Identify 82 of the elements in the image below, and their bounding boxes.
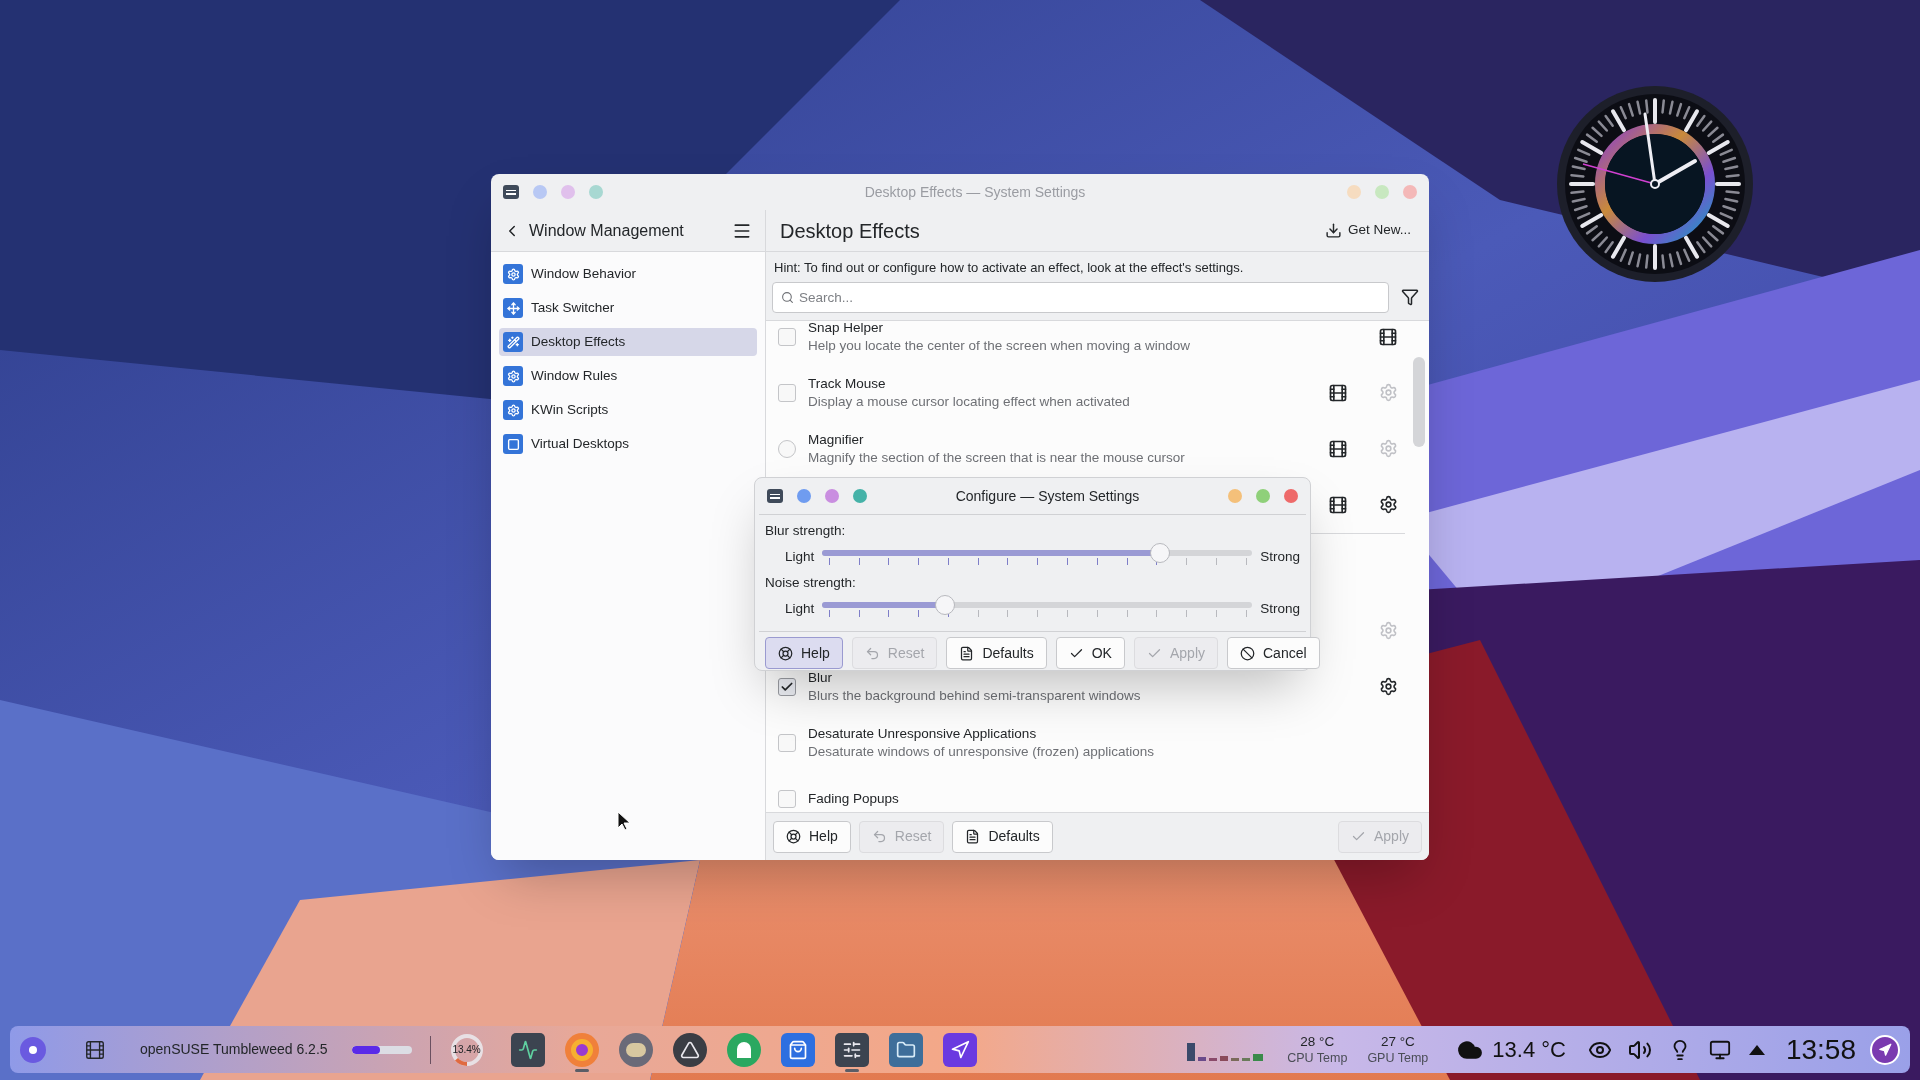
undo-icon [871,829,887,844]
shopping-bag-icon[interactable] [780,1032,815,1067]
cancel-button[interactable]: Cancel [1227,637,1320,669]
slider-label: Blur strength: [765,521,847,540]
radio-button[interactable] [778,439,796,458]
wand-icon [503,332,523,352]
clock-time[interactable]: 13:58 [1785,1028,1856,1071]
effect-description: Display a mouse cursor locating effect when activated [808,392,1131,411]
window-menu-icon[interactable] [767,489,783,503]
sidebar-item[interactable]: KWin Scripts [499,396,757,424]
desktop-icon [503,434,523,454]
effect-description: Help you locate the center of the screen when moving a window [808,336,1191,355]
search-icon [781,290,794,304]
page-title: Desktop Effects [780,218,921,244]
effect-name: Snap Helper [808,320,885,337]
cpu-usage: 13.4% [452,1043,481,1057]
sidebar-item[interactable]: Desktop Effects [499,328,757,356]
folder-icon[interactable] [888,1032,923,1067]
titlebar-button[interactable] [853,489,867,503]
slider-handle[interactable] [935,595,956,615]
mouse-cursor-icon [617,811,631,831]
window-menu-icon[interactable] [503,185,519,199]
window-title: Configure — System Settings [955,486,1140,506]
gear-icon [503,366,523,386]
activity-icon[interactable] [510,1032,545,1067]
slider-min-label: Light [785,547,815,566]
temperature-label: GPU Temp [1367,1049,1429,1066]
ok-button[interactable]: OK [1055,637,1125,669]
help-button[interactable]: Help [773,820,851,853]
effect-name: Blur [808,668,833,687]
effect-description: Magnify the section of the screen that is near the mouse cursor [808,448,1186,467]
defaults-button[interactable]: Defaults [952,820,1053,853]
undo-icon [864,645,880,661]
running-indicator [844,1068,859,1072]
slider-max-label: Strong [1260,599,1300,618]
slider-min-label: Light [785,599,815,618]
defaults-button[interactable]: Defaults [946,637,1047,669]
checkbox[interactable] [778,789,796,808]
titlebar-button[interactable] [1284,489,1298,503]
temperature-label: CPU Temp [1287,1049,1348,1066]
checkbox[interactable] [778,327,796,346]
checkbox[interactable] [778,677,796,696]
checkbox[interactable] [778,383,796,402]
scrollbar[interactable] [1413,356,1425,447]
effect-name: Fading Popups [808,789,900,808]
document-icon [965,829,981,844]
temperature-value: 28 °C [1300,1033,1335,1050]
get-new-button[interactable]: Get New... [1320,216,1415,245]
gear-icon [503,264,523,284]
sidebar-item[interactable]: Window Rules [499,362,757,390]
help-button[interactable]: Help [765,637,843,669]
temperature-value: 27 °C [1380,1033,1415,1050]
slider-max-label: Strong [1260,547,1300,566]
slider-label: Noise strength: [765,573,857,592]
lifebuoy-icon [786,829,801,844]
lifebuoy-icon [778,645,793,661]
arrows-icon [503,298,523,318]
effect-name: Magnifier [808,430,865,449]
os-label: openSUSE Tumbleweed 6.2.5 [140,1040,328,1059]
document-icon [959,645,975,661]
checkbox[interactable] [778,733,796,752]
sidebar-item[interactable]: Window Behavior [499,260,757,288]
app-icon[interactable] [942,1032,977,1067]
effect-name: Track Mouse [808,374,887,393]
sidebar-title: Window Management [529,220,685,241]
weather-temperature: 13.4 °C [1492,1036,1566,1064]
effect-name: Desaturate Unresponsive Applications [808,724,1038,743]
effect-description: Blurs the background behind semi-transparent windows [808,686,1142,705]
sidebar-item[interactable]: Task Switcher [499,294,757,322]
hint-text: Hint: To find out or configure how to activate an effect, look at the effect's settings. [773,259,1245,277]
search-field[interactable]: Search... [772,281,1389,313]
download-icon [1324,222,1342,239]
gear-icon [503,400,523,420]
titlebar-button[interactable] [797,489,811,503]
ban-icon [1240,645,1255,661]
slider-handle[interactable] [1150,543,1171,563]
launcher-icon[interactable] [20,1036,46,1063]
sliders-icon[interactable] [834,1032,869,1067]
sidebar-item[interactable]: Virtual Desktops [499,430,757,458]
effect-description: Desaturate windows of unresponsive (frozen) applications [808,742,1155,761]
running-indicator [574,1068,589,1072]
window-title: Desktop Effects — System Settings [864,182,1086,202]
